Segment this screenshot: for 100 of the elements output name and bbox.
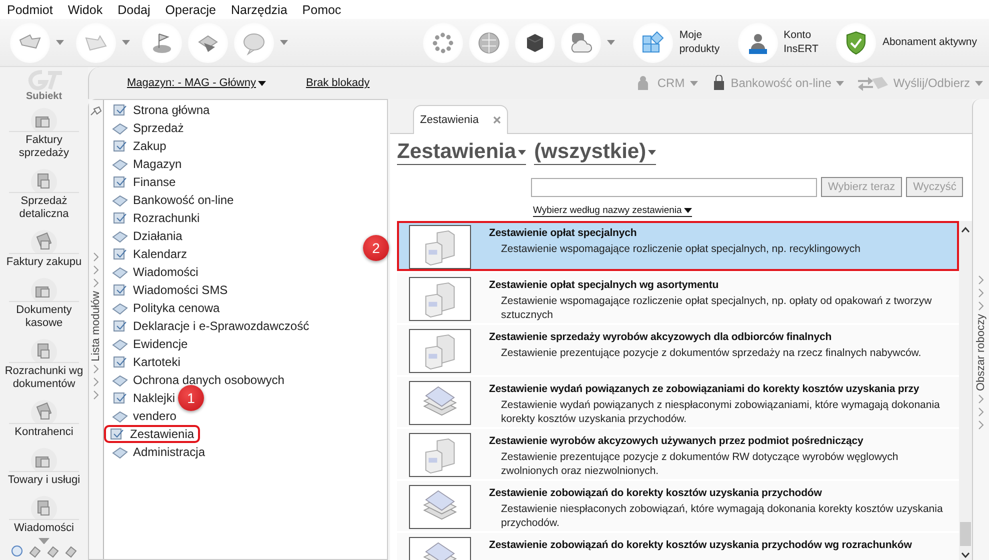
- caret-icon: [690, 80, 698, 86]
- report-title: Zestawienie zobowiązań do korekty kosztów uzyskania przychodów wg rozrachunków: [489, 539, 912, 551]
- menu-item[interactable]: Dodaj: [118, 2, 150, 16]
- report-row[interactable]: Zestawienie opłat specjalnych Zestawienie wspomagające rozliczenie opłat specjalnych, np. recyklingowych: [397, 221, 959, 271]
- nav-item[interactable]: Towary i usługi: [1, 442, 87, 490]
- search-field[interactable]: [531, 178, 817, 196]
- module-item[interactable]: Finanse: [107, 173, 182, 191]
- report-row[interactable]: Zestawienie zobowiązań do korekty kosztów uzyskania przychodów Zestawienie niespłaconych zobowiązań, które wymagają dokonania korekty kosztów uzyskania przychodów.: [397, 481, 959, 531]
- toolbar-button[interactable]: Konto InsERT: [732, 22, 824, 62]
- toolbar-button[interactable]: Abonament aktywny: [830, 22, 983, 62]
- nav-item[interactable]: Wiadomości: [1, 490, 87, 538]
- module-icon: [111, 354, 129, 370]
- nav-item[interactable]: Sprzedaż detaliczna: [1, 162, 87, 224]
- report-row[interactable]: Zestawienie sprzedaży wyrobów akcyzowych dla odbiorców finalnych Zestawienie prezentujące pozycje z dokumentów sprzedaży na rzecz finalnych nabywców.: [397, 325, 959, 375]
- module-icon: [111, 390, 129, 406]
- logo-text: Subiekt: [26, 90, 62, 102]
- caret-icon: [836, 80, 844, 86]
- toolbar-button[interactable]: Moje produkty: [627, 22, 726, 62]
- report-description: Zestawienie prezentujące pozycje z dokumentów sprzedaży na rzecz finalnych nabywców.: [500, 346, 922, 360]
- report-title: Zestawienie wyrobów akcyzowych używanych przez podmiot pośredniczący: [489, 435, 864, 447]
- boxes-icon: [423, 438, 457, 474]
- module-icon: [111, 282, 129, 298]
- chevron-icon: [978, 407, 984, 418]
- globe-icon: [476, 30, 502, 56]
- module-icon: [111, 210, 129, 226]
- scroll-down-icon[interactable]: [961, 552, 970, 558]
- report-row[interactable]: Zestawienie wyrobów akcyzowych używanych przez podmiot pośredniczący Zestawienie prezentujące pozycje z dokumentów RW dotyczące wyrobów węglowych zwolnionych oraz niezwolnionych.: [397, 429, 959, 479]
- module-item[interactable]: Administracja: [107, 443, 212, 461]
- tab[interactable]: Zestawienia: [413, 105, 508, 134]
- module-item[interactable]: Polityka cenowa: [107, 299, 226, 317]
- module-item[interactable]: Strona główna: [107, 101, 216, 119]
- pin-icon[interactable]: [90, 106, 102, 116]
- boxes-icon: [423, 334, 457, 370]
- report-description: Zestawienie wspomagające rozliczenie opłat specjalnych, np. recyklingowych: [500, 242, 861, 256]
- boxes-icon: [423, 230, 457, 266]
- module-item[interactable]: Zakup: [107, 137, 172, 155]
- menu-item[interactable]: Pomoc: [302, 2, 342, 16]
- paper-stack-icon: [421, 386, 459, 416]
- report-row[interactable]: Zestawienie opłat specjalnych wg asortymentu Zestawienie wspomagające rozliczenie opłat specjalnych, np. opłaty od opakowań z tworzyw sztucznych: [397, 273, 959, 323]
- module-icon[interactable]: [64, 544, 78, 558]
- search-mode-dropdown[interactable]: Wybierz według nazwy zestawienia: [533, 205, 692, 217]
- module-icon[interactable]: [28, 544, 42, 558]
- nav-item[interactable]: Kontrahenci: [1, 394, 87, 442]
- circle-icon[interactable]: [10, 544, 24, 558]
- caret-icon: [56, 40, 64, 45]
- caret-icon: [122, 40, 130, 45]
- module-item[interactable]: Wiadomości: [107, 263, 204, 281]
- menu-item[interactable]: Podmiot: [7, 2, 53, 16]
- chevron-icon: [92, 390, 100, 400]
- menu-item[interactable]: Narzędzia: [231, 2, 288, 16]
- module-item[interactable]: Magazyn: [107, 155, 188, 173]
- module-item[interactable]: Wiadomości SMS: [107, 281, 234, 299]
- paper-stack-icon: [421, 490, 459, 520]
- panel-title: Lista modułów: [90, 291, 102, 362]
- scroll-up-icon[interactable]: [961, 227, 970, 233]
- report-title: Zestawienie opłat specjalnych wg asortymentu: [489, 279, 720, 291]
- caret-icon: [648, 150, 656, 154]
- scroll-thumb[interactable]: [960, 522, 971, 546]
- chevron-icon: [978, 394, 984, 404]
- module-item[interactable]: Rozrachunki: [107, 209, 206, 227]
- module-item[interactable]: Kalendarz: [107, 245, 194, 263]
- module-item[interactable]: Bankowość on-line: [107, 191, 240, 209]
- report-row[interactable]: [397, 377, 959, 427]
- close-icon[interactable]: [493, 116, 501, 124]
- warehouse-link[interactable]: Magazyn: - MAG - Główny: [127, 77, 266, 89]
- nav-item[interactable]: Rozrachunki wg dokumentów: [1, 332, 87, 394]
- module-item[interactable]: Kartoteki: [107, 353, 186, 371]
- module-item[interactable]: Działania: [107, 227, 188, 245]
- panel-title: Obszar roboczy: [975, 314, 987, 392]
- report-description: Zestawienie prezentujące pozycje z dokumentów RW dotyczące wyrobów węglowych zwolnionych oraz niezwolnionych.: [500, 450, 900, 478]
- caret-icon: [518, 150, 526, 154]
- filter-dropdown[interactable]: (wszystkie): [534, 140, 656, 165]
- module-icon[interactable]: [46, 544, 60, 558]
- nav-item[interactable]: Dokumenty kasowe: [1, 272, 87, 333]
- module-item[interactable]: Deklaracje i e-Sprawozdawczość: [107, 317, 316, 335]
- toolbar-button[interactable]: [188, 22, 228, 62]
- module-icon: [111, 246, 129, 262]
- module-item[interactable]: Zestawienia: [104, 425, 200, 443]
- module-icon: [111, 138, 129, 154]
- report-title: Zestawienie wydań powiązanych ze zobowiązaniami do korekty kosztów uzyskania przy: [489, 383, 920, 395]
- lock-icon: [712, 75, 726, 91]
- tiles-icon: [640, 30, 666, 56]
- toolbar-button[interactable]: [515, 22, 556, 62]
- caret-icon: [258, 80, 266, 86]
- lock-link[interactable]: Brak blokady: [306, 77, 370, 89]
- chevron-icon: [92, 377, 100, 388]
- boxes-icon: [423, 282, 457, 318]
- report-description: Zestawienie wydań powiązanych z niespłaconymi zobowiązaniami, które wymagają dokonania korekty kosztów uzyskania przychodów.: [500, 398, 941, 426]
- module-item[interactable]: Ewidencje: [107, 335, 194, 353]
- report-description: Zestawienie wspomagające rozliczenie opłat specjalnych, np. opłaty od opakowań z tworzyw sztucznych: [500, 294, 933, 322]
- nav-item[interactable]: Faktury zakupu: [1, 224, 87, 272]
- menu-item[interactable]: Widok: [68, 2, 103, 16]
- nav-item[interactable]: Faktury sprzedaży: [1, 102, 87, 163]
- category-dropdown[interactable]: Zestawienia: [397, 140, 526, 165]
- caret-icon: [975, 80, 983, 86]
- module-icon: [108, 426, 126, 442]
- scrollbar[interactable]: [959, 221, 972, 560]
- menu-item[interactable]: Operacje: [165, 2, 216, 16]
- report-row[interactable]: Zestawienie zobowiązań do korekty kosztów uzyskania przychodów wg rozrachunków: [397, 533, 959, 560]
- module-item[interactable]: Sprzedaż: [107, 119, 190, 137]
